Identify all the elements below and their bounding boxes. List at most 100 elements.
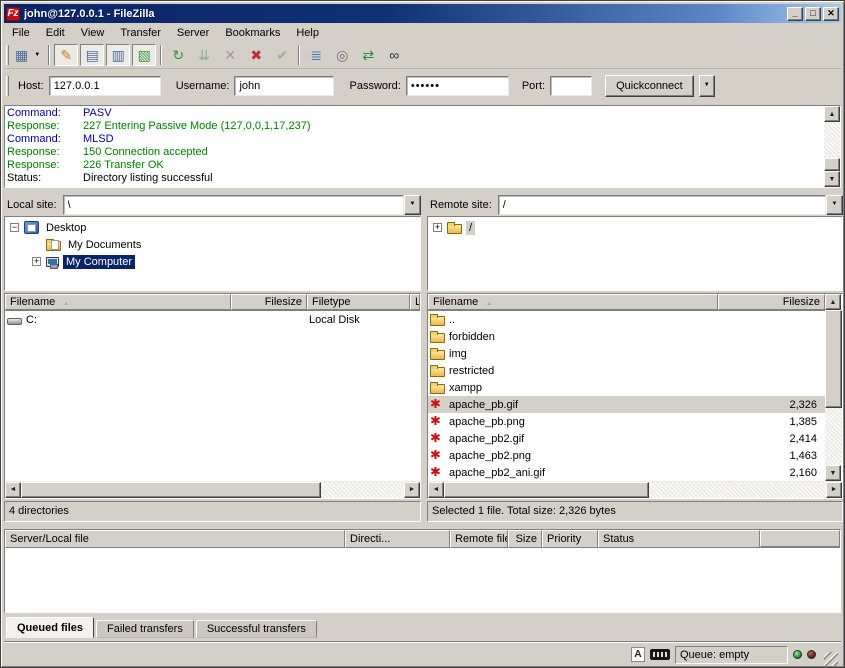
menu-item[interactable]: Help: [288, 25, 327, 41]
menu-item[interactable]: View: [73, 25, 113, 41]
menu-item[interactable]: Edit: [38, 25, 73, 41]
column-header[interactable]: Server/Local file: [5, 530, 345, 548]
menu-item[interactable]: File: [4, 25, 38, 41]
file-row[interactable]: restricted: [428, 362, 825, 379]
toolbar-button[interactable]: ✔: [270, 44, 294, 66]
toolbar-button[interactable]: ▤: [80, 44, 104, 66]
remote-vertical-scrollbar[interactable]: [825, 294, 842, 481]
menu-item[interactable]: Bookmarks: [217, 25, 288, 41]
file-row[interactable]: apache_pb.gif 2,326: [428, 396, 825, 413]
find-files-icon: ∞: [389, 47, 399, 63]
log-scrollbar[interactable]: [824, 106, 840, 187]
scrollbar-track[interactable]: [824, 122, 840, 158]
disconnect-icon: ✖: [250, 47, 262, 64]
tree-expander-icon[interactable]: [10, 223, 19, 232]
remote-horizontal-scrollbar[interactable]: [428, 481, 842, 498]
column-header[interactable]: Remote file: [450, 530, 508, 548]
column-header[interactable]: L: [410, 294, 420, 310]
scroll-down-icon[interactable]: [825, 465, 841, 481]
scrollbar-track[interactable]: [649, 482, 826, 498]
toolbar-button[interactable]: ▧: [132, 44, 156, 66]
toolbar-button[interactable]: [48, 45, 50, 65]
column-header[interactable]: Status: [598, 530, 760, 548]
log-line: Response:227 Entering Passive Mode (127,…: [7, 120, 822, 133]
column-header[interactable]: Directi...: [345, 530, 450, 548]
minimize-button-icon[interactable]: _: [787, 7, 803, 21]
toolbar-button[interactable]: ✖: [244, 44, 268, 66]
scrollbar-track[interactable]: [825, 408, 842, 465]
column-header[interactable]: Filetype: [307, 294, 410, 310]
username-input[interactable]: [234, 76, 334, 96]
scroll-up-icon[interactable]: [824, 106, 840, 122]
menu-item[interactable]: Transfer: [112, 25, 169, 41]
scroll-right-icon[interactable]: [826, 482, 842, 498]
scrollbar-thumb[interactable]: [444, 482, 649, 498]
column-header[interactable]: Filename: [428, 294, 718, 310]
toolbar-button[interactable]: ⇊: [192, 44, 216, 66]
toolbar-button[interactable]: ↻: [166, 44, 190, 66]
tab[interactable]: Successful transfers: [196, 620, 317, 638]
folder-icon: [430, 316, 445, 326]
tab[interactable]: Failed transfers: [96, 620, 194, 638]
file-row[interactable]: forbidden: [428, 328, 825, 345]
toolbar-button[interactable]: ✎: [54, 44, 78, 66]
resize-grip[interactable]: [824, 652, 838, 666]
file-row[interactable]: xampp: [428, 379, 825, 396]
tree-expander-icon[interactable]: [433, 223, 442, 232]
tree-item[interactable]: My Documents: [5, 236, 420, 253]
toolbar-button[interactable]: ◎: [330, 44, 354, 66]
tree-item[interactable]: My Computer: [5, 253, 420, 270]
scrollbar-thumb[interactable]: [824, 158, 840, 171]
scroll-right-icon[interactable]: [404, 482, 420, 498]
column-header[interactable]: Size: [508, 530, 542, 548]
toolbar-button[interactable]: ⇄: [356, 44, 380, 66]
scroll-left-icon[interactable]: [428, 482, 444, 498]
remote-site-input[interactable]: [498, 195, 826, 215]
scrollbar-thumb[interactable]: [21, 482, 321, 498]
local-horizontal-scrollbar[interactable]: [5, 481, 420, 498]
tab[interactable]: Queued files: [6, 617, 94, 638]
scrollbar-track[interactable]: [321, 482, 404, 498]
scroll-down-icon[interactable]: [824, 171, 840, 187]
scroll-up-icon[interactable]: [825, 294, 841, 310]
window-titlebar[interactable]: Fz john@127.0.0.1 - FileZilla _ □ ✕: [4, 4, 841, 23]
file-row[interactable]: apache_pb2_ani.gif 2,160: [428, 464, 825, 481]
quickconnect-button[interactable]: Quickconnect: [605, 75, 694, 97]
tree-item[interactable]: Desktop: [5, 219, 420, 236]
file-row[interactable]: apache_pb.png 1,385: [428, 413, 825, 430]
local-site-input[interactable]: [63, 195, 404, 215]
quickconnect-dropdown-icon[interactable]: ▼: [699, 75, 715, 97]
file-row[interactable]: apache_pb2.png 1,463: [428, 447, 825, 464]
local-site-dropdown-icon[interactable]: ▼: [404, 195, 421, 215]
desktop-icon: [24, 221, 39, 234]
file-row[interactable]: ..: [428, 311, 825, 328]
toolbar-button[interactable]: [160, 45, 162, 65]
tree-expander-icon[interactable]: [32, 257, 41, 266]
scrollbar-thumb[interactable]: [825, 310, 842, 408]
host-label: Host:: [18, 80, 44, 92]
toolbar-button[interactable]: ≣: [304, 44, 328, 66]
file-row[interactable]: apache_pb2.gif 2,414: [428, 430, 825, 447]
file-row[interactable]: C: Local Disk: [5, 311, 420, 328]
column-header[interactable]: Filesize: [231, 294, 307, 310]
toolbar-button[interactable]: ▦: [14, 44, 44, 66]
remote-site-label: Remote site:: [427, 196, 498, 214]
log-line: Response:226 Transfer OK: [7, 159, 822, 172]
port-input[interactable]: [550, 76, 592, 96]
password-input[interactable]: [406, 76, 509, 96]
toolbar-button[interactable]: ✕: [218, 44, 242, 66]
column-header[interactable]: Priority: [542, 530, 598, 548]
maximize-button-icon[interactable]: □: [805, 7, 821, 21]
toolbar-button[interactable]: ∞: [382, 44, 406, 66]
remote-site-dropdown-icon[interactable]: ▼: [826, 195, 843, 215]
file-row[interactable]: img: [428, 345, 825, 362]
menu-item[interactable]: Server: [169, 25, 217, 41]
close-button-icon[interactable]: ✕: [823, 7, 839, 21]
column-header[interactable]: Filesize: [718, 294, 825, 310]
toolbar-button[interactable]: [298, 45, 300, 65]
toolbar-button[interactable]: ▥: [106, 44, 130, 66]
column-header[interactable]: Filename: [5, 294, 231, 310]
host-input[interactable]: [49, 76, 161, 96]
scroll-left-icon[interactable]: [5, 482, 21, 498]
tree-item[interactable]: /: [428, 219, 842, 236]
